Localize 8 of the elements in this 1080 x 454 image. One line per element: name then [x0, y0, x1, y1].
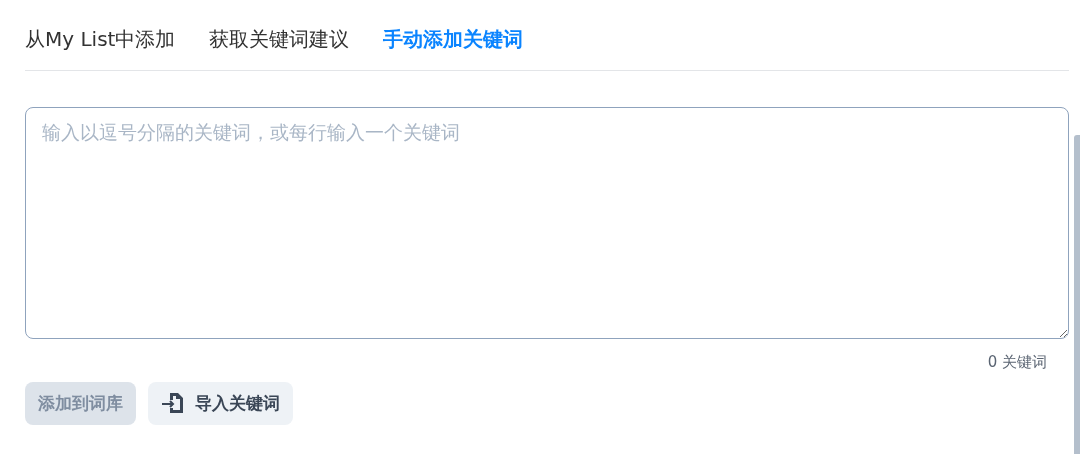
scrollbar[interactable]: [1074, 135, 1080, 454]
tab[interactable]: 获取关键词建议: [209, 26, 350, 52]
tab[interactable]: 手动添加关键词: [383, 26, 524, 52]
keyword-count: 0 关键词: [986, 352, 1048, 373]
import-button[interactable]: 导入关键词: [148, 381, 293, 425]
tab[interactable]: 从My List中添加: [25, 26, 176, 52]
keyword-input-field[interactable]: 输入以逗号分隔的关键词，或每行输入一个关键词: [25, 107, 1069, 339]
file-import-icon: [161, 392, 185, 415]
